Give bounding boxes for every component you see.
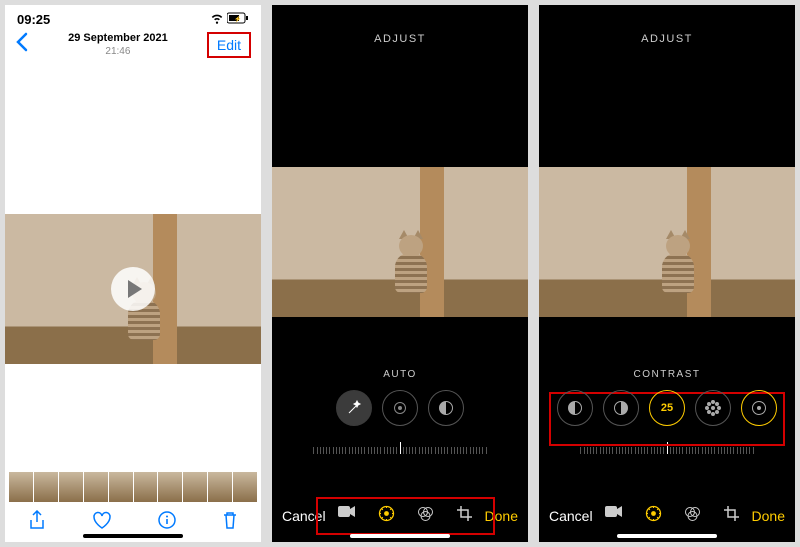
vignette-knob[interactable]: [741, 390, 777, 426]
video-tool-icon[interactable]: [605, 505, 623, 527]
brightness-knob[interactable]: [695, 390, 731, 426]
filters-tool-icon[interactable]: [684, 505, 701, 527]
editor-bottom-bar: Cancel Done: [272, 496, 528, 536]
edit-tools: [593, 505, 752, 527]
value-knob[interactable]: 25: [649, 390, 685, 426]
screen-editor-auto: ADJUST AUTO Cancel Done: [272, 5, 528, 542]
editor-canvas[interactable]: [272, 167, 528, 317]
crop-tool-icon[interactable]: [723, 505, 740, 527]
wand-knob[interactable]: [336, 390, 372, 426]
edit-button[interactable]: Edit: [207, 32, 251, 58]
exposure-knob[interactable]: [557, 390, 593, 426]
cancel-button[interactable]: Cancel: [549, 508, 593, 524]
adjust-knobs: [272, 390, 528, 426]
editor-canvas[interactable]: [539, 167, 795, 317]
back-button[interactable]: [15, 32, 29, 58]
done-button[interactable]: Done: [752, 508, 785, 524]
video-preview[interactable]: [5, 214, 261, 364]
screen-detail: 09:25 ⚡ 29 September 2021 21:46 Edit: [5, 5, 261, 542]
nav-date: 29 September 2021: [68, 32, 168, 46]
nav-time: 21:46: [68, 46, 168, 59]
exposure-knob[interactable]: [382, 390, 418, 426]
battery-icon: ⚡: [227, 12, 249, 27]
tools-highlight: [316, 497, 495, 535]
editor-header: ADJUST: [539, 5, 795, 55]
mode-label: CONTRAST: [539, 369, 795, 380]
status-right: ⚡: [210, 11, 249, 28]
trash-icon[interactable]: [222, 511, 238, 534]
status-bar: 09:25 ⚡: [5, 5, 261, 30]
svg-text:⚡: ⚡: [234, 15, 241, 23]
mode-label: AUTO: [272, 369, 528, 380]
heart-icon[interactable]: [92, 511, 112, 534]
contrast-knob-dup[interactable]: [603, 390, 639, 426]
home-indicator[interactable]: [617, 534, 717, 538]
screen-editor-contrast: ADJUST CONTRAST 25 Cancel: [539, 5, 795, 542]
info-icon[interactable]: [158, 511, 176, 534]
editor-header: ADJUST: [272, 5, 528, 55]
home-indicator[interactable]: [83, 534, 183, 538]
adjust-knobs: 25: [539, 390, 795, 426]
thumbnail-strip[interactable]: [9, 472, 257, 502]
adjust-slider[interactable]: [286, 432, 514, 454]
home-indicator[interactable]: [350, 534, 450, 538]
editor-bottom-bar: Cancel Done: [539, 496, 795, 536]
edit-tools: [326, 505, 485, 527]
status-time: 09:25: [17, 12, 50, 27]
adjust-tool-icon[interactable]: [645, 505, 662, 527]
wifi-icon: [210, 11, 224, 28]
nav-bar: 29 September 2021 21:46 Edit: [5, 30, 261, 64]
nav-title: 29 September 2021 21:46: [68, 32, 168, 58]
play-icon[interactable]: [111, 267, 155, 311]
share-icon[interactable]: [28, 510, 46, 535]
contrast-knob[interactable]: [428, 390, 464, 426]
